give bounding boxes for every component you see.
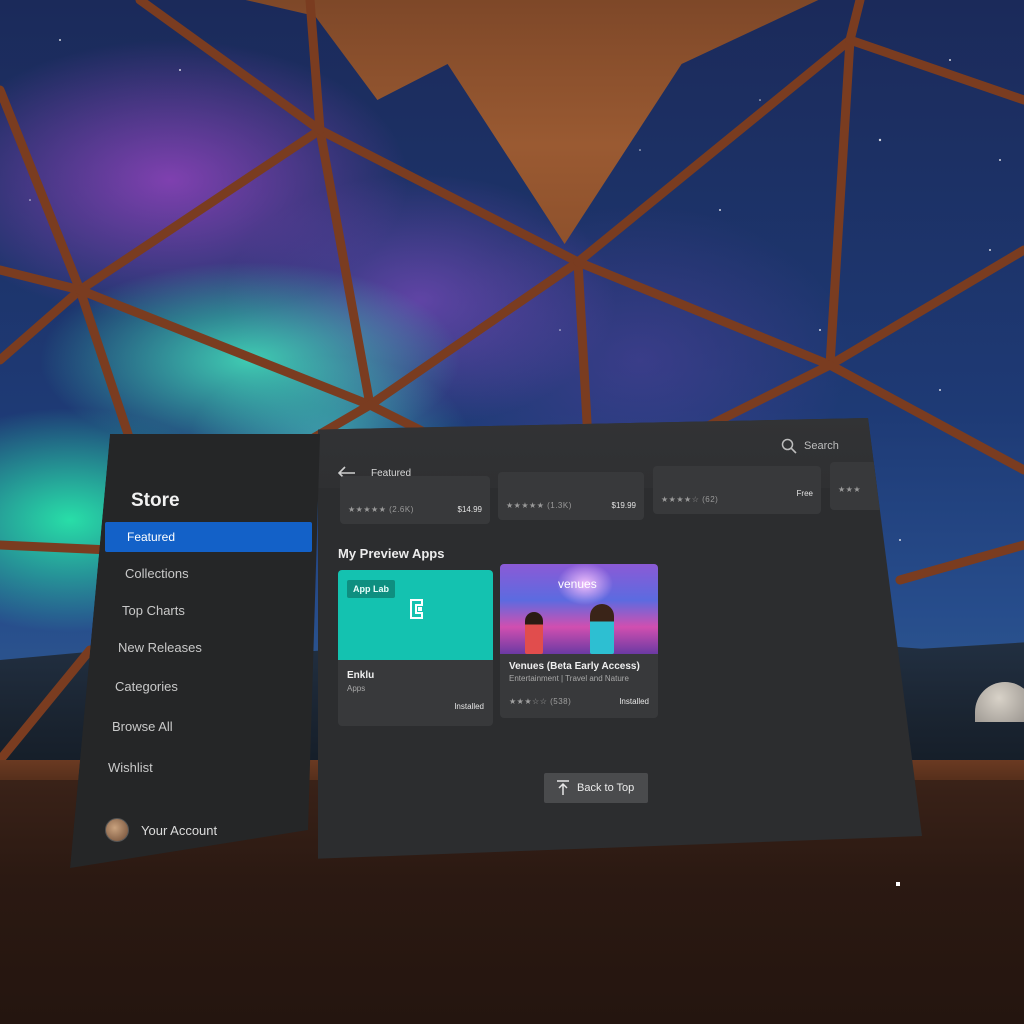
app-category: Entertainment | Travel and Nature bbox=[509, 674, 629, 683]
back-to-top-label: Back to Top bbox=[577, 782, 635, 794]
tile-rating: ★★★★★ (2.6K) bbox=[348, 505, 414, 514]
app-thumbnail: venues bbox=[500, 564, 658, 654]
app-card-venues[interactable]: venues Venues (Beta Early Access) Entert… bbox=[500, 564, 658, 718]
search-button[interactable]: Search bbox=[781, 438, 839, 454]
previous-app-tile[interactable]: ★★★★★ (2.6K) $14.99 bbox=[340, 476, 490, 524]
enklu-logo-icon bbox=[410, 599, 423, 619]
app-lab-badge: App Lab bbox=[347, 580, 395, 598]
previous-app-tile[interactable]: ★★★★☆ (62) Free bbox=[653, 466, 821, 514]
account-button[interactable]: Your Account bbox=[105, 818, 217, 842]
app-card-enklu[interactable]: App Lab Enklu Apps Installed bbox=[338, 570, 493, 726]
app-category: Apps bbox=[347, 684, 366, 693]
tile-rating: ★★★★☆ (62) bbox=[661, 495, 719, 504]
tile-rating: ★★★ bbox=[838, 485, 862, 494]
sidebar-item-collections[interactable]: Collections bbox=[125, 566, 189, 581]
app-rating: ★★★☆☆ (538) bbox=[509, 697, 572, 706]
avatar-character bbox=[590, 604, 614, 654]
back-to-top-button[interactable]: Back to Top bbox=[544, 773, 648, 803]
sidebar-item-wishlist[interactable]: Wishlist bbox=[108, 760, 153, 775]
venues-logo: venues bbox=[558, 577, 597, 591]
install-status: Installed bbox=[619, 697, 649, 706]
arrow-up-icon bbox=[557, 780, 569, 795]
sidebar-item-categories[interactable]: Categories bbox=[115, 679, 178, 694]
sidebar-item-top-charts[interactable]: Top Charts bbox=[122, 603, 185, 618]
pointer-cursor bbox=[896, 882, 900, 886]
tile-rating: ★★★★★ (1.3K) bbox=[506, 501, 572, 510]
tile-price: $14.99 bbox=[457, 505, 482, 514]
store-panel: Store Featured Collections Top Charts Ne… bbox=[70, 418, 922, 868]
search-icon bbox=[781, 438, 797, 454]
store-title: Store bbox=[131, 490, 180, 511]
sidebar-item-label: Featured bbox=[127, 530, 176, 544]
tile-price: Free bbox=[796, 489, 813, 498]
search-label: Search bbox=[804, 440, 839, 452]
sidebar-item-new-releases[interactable]: New Releases bbox=[118, 640, 202, 655]
sidebar-item-browse-all[interactable]: Browse All bbox=[112, 719, 173, 734]
avatar-character bbox=[525, 612, 543, 654]
sidebar-item-featured[interactable]: Featured bbox=[105, 522, 312, 552]
previous-app-tile[interactable]: ★★★★★ (1.3K) $19.99 bbox=[498, 472, 644, 520]
install-status: Installed bbox=[454, 702, 484, 711]
section-title: My Preview Apps bbox=[338, 546, 445, 561]
avatar bbox=[105, 818, 129, 842]
account-label: Your Account bbox=[141, 822, 218, 838]
app-thumbnail: App Lab bbox=[338, 570, 493, 660]
tile-price: $19.99 bbox=[611, 501, 636, 510]
app-title: Enklu bbox=[347, 670, 375, 681]
app-title: Venues (Beta Early Access) bbox=[509, 661, 640, 672]
